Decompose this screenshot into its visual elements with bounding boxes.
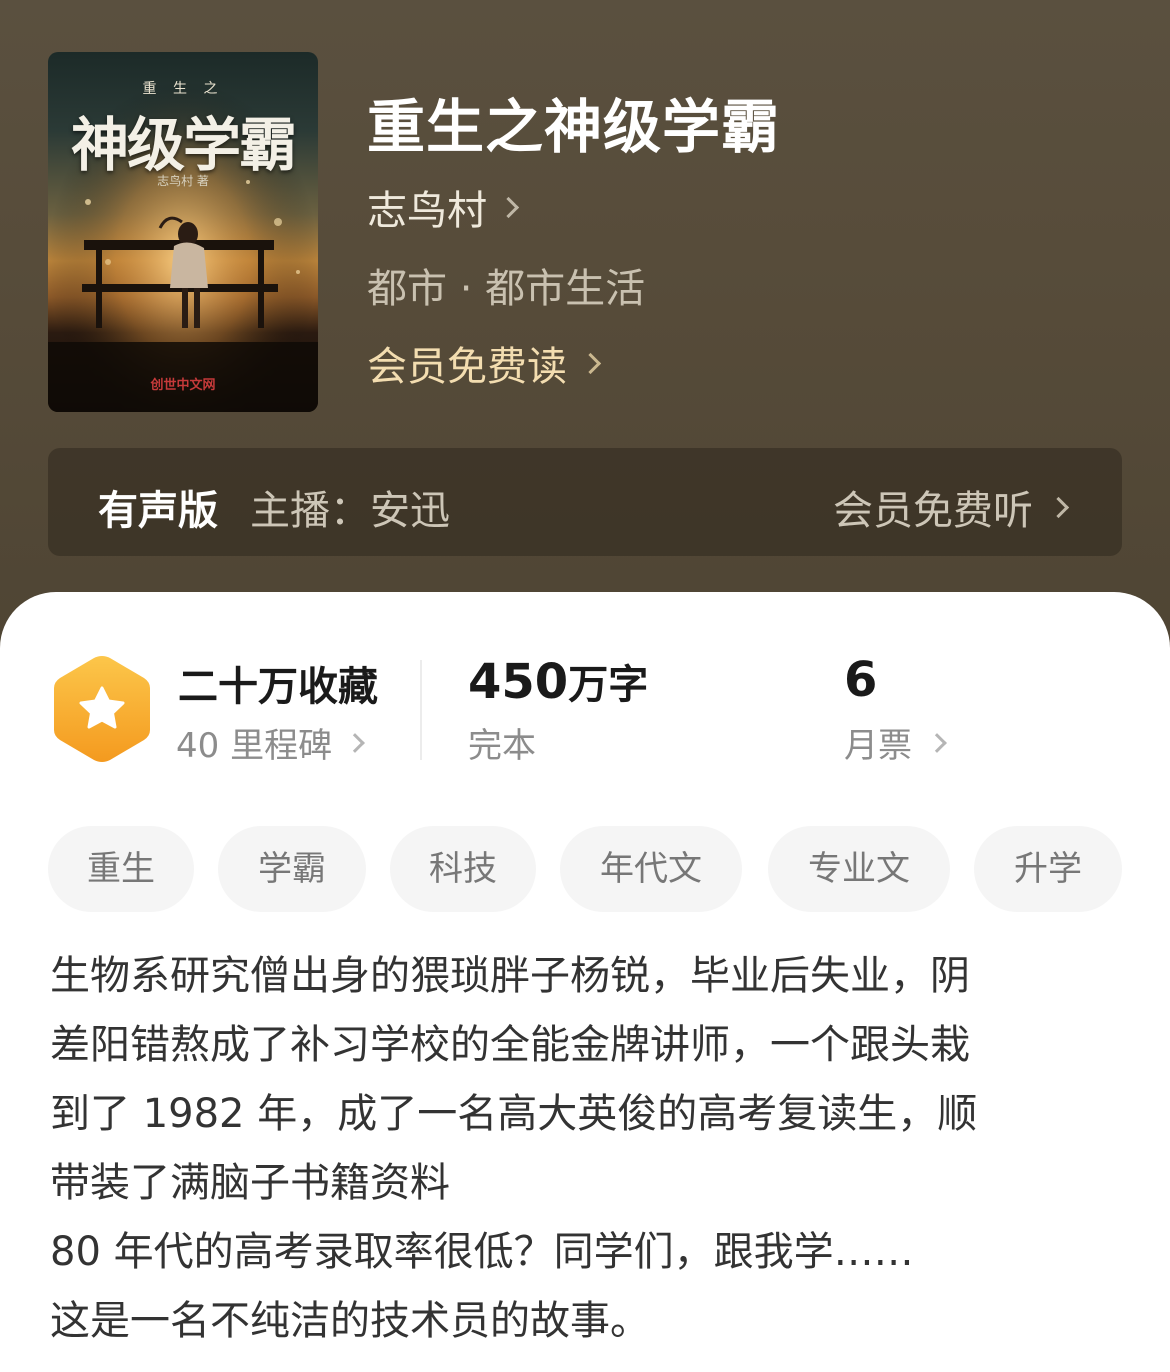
author-name: 志鸟村 bbox=[367, 188, 487, 234]
cover-author: 志鸟村 著 bbox=[157, 174, 209, 188]
monthly-ticket-count: 6 bbox=[844, 652, 878, 708]
stats-divider bbox=[420, 660, 422, 760]
member-free-listen-label: 会员免费听 bbox=[833, 488, 1033, 534]
cover-title: 神级学霸 bbox=[70, 111, 297, 179]
book-cover[interactable]: 重 生 之 神级学霸 志鸟村 著 创世中文网 bbox=[48, 52, 318, 412]
chevron-right-icon bbox=[1047, 496, 1070, 518]
monthly-ticket-label: 月票 bbox=[844, 726, 912, 766]
synopsis-line: 生物系研究僧出身的猥琐胖子杨锐，毕业后失业，阴 bbox=[50, 953, 970, 999]
tag-chip[interactable]: 年代文 bbox=[560, 826, 742, 912]
synopsis-line: 到了 1982 年，成了一名高大英俊的高考复读生，顺 bbox=[50, 1091, 978, 1137]
chevron-right-icon bbox=[579, 352, 602, 374]
cover-small-title: 重 生 之 bbox=[142, 81, 224, 97]
book-header: 重 生 之 神级学霸 志鸟村 著 创世中文网 重生之神级学霸 志鸟村 都市 · … bbox=[0, 0, 1170, 640]
synopsis-line: 80 年代的高考录取率很低？同学们，跟我学…… bbox=[50, 1229, 914, 1275]
member-free-read-button[interactable]: 会员免费读 bbox=[367, 334, 602, 392]
tag-chip[interactable]: 重生 bbox=[48, 826, 194, 912]
book-synopsis[interactable]: 生物系研究僧出身的猥琐胖子杨锐，毕业后失业，阴 差阳错熬成了补习学校的全能金牌讲… bbox=[50, 942, 1122, 1356]
chevron-right-icon bbox=[927, 732, 947, 753]
cover-publisher-logo: 创世中文网 bbox=[150, 378, 216, 393]
book-title: 重生之神级学霸 bbox=[367, 93, 781, 161]
tag-chip[interactable]: 学霸 bbox=[218, 826, 366, 912]
synopsis-line: 差阳错熬成了补习学校的全能金牌讲师，一个跟头栽 bbox=[50, 1022, 970, 1068]
book-genre: 都市 · 都市生活 bbox=[367, 266, 646, 312]
tag-chip[interactable]: 专业文 bbox=[768, 826, 950, 912]
member-free-read-label: 会员免费读 bbox=[367, 344, 567, 390]
tag-chip[interactable]: 科技 bbox=[390, 826, 536, 912]
completion-status: 完本 bbox=[468, 726, 536, 766]
word-count-unit: 万字 bbox=[568, 662, 649, 708]
synopsis-line: 这是一名不纯洁的技术员的故事。 bbox=[50, 1298, 650, 1344]
monthly-ticket-link[interactable]: 月票 bbox=[844, 718, 947, 767]
audio-version-bar[interactable]: 有声版 主播：安迅 会员免费听 bbox=[48, 448, 1122, 556]
tag-list: 重生 学霸 科技 年代文 专业文 升学 bbox=[48, 826, 1122, 912]
collection-count: 二十万收藏 bbox=[178, 664, 378, 710]
chevron-right-icon bbox=[497, 196, 520, 218]
milestone-link[interactable]: 40 里程碑 bbox=[176, 718, 365, 767]
book-detail-card: 二十万收藏 40 里程碑 450万字 完本 6 月票 重生 学霸 科技 年代文 … bbox=[0, 592, 1170, 1372]
milestone-label: 40 里程碑 bbox=[176, 726, 333, 766]
chevron-right-icon bbox=[345, 732, 365, 753]
audio-version-label: 有声版 bbox=[98, 488, 218, 534]
audio-host: 主播：安迅 bbox=[250, 488, 450, 534]
star-badge-icon bbox=[54, 656, 150, 762]
word-count: 450万字 bbox=[468, 652, 648, 710]
word-count-number: 450 bbox=[468, 654, 569, 710]
author-link[interactable]: 志鸟村 bbox=[367, 178, 520, 236]
tag-chip[interactable]: 升学 bbox=[974, 826, 1122, 912]
member-free-listen-button[interactable]: 会员免费听 bbox=[833, 478, 1070, 536]
synopsis-line: 带装了满脑子书籍资料 bbox=[50, 1160, 450, 1206]
